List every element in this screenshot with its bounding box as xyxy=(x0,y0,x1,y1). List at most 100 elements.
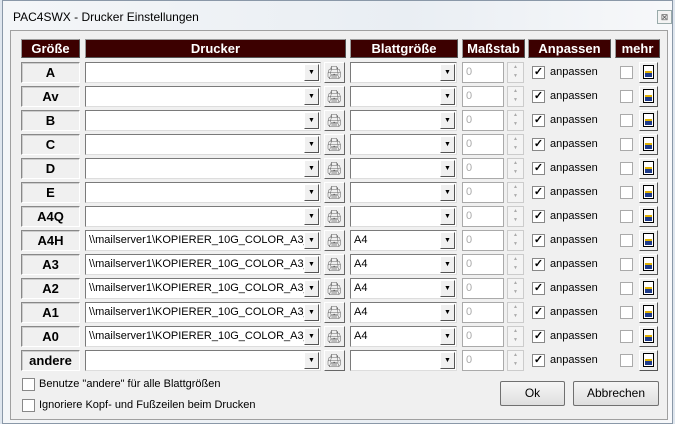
chevron-down-icon[interactable]: ▼ xyxy=(304,256,319,273)
chevron-down-icon[interactable]: ▼ xyxy=(304,64,319,81)
scale-spinner[interactable]: ▲ ▼ xyxy=(507,158,524,179)
more-settings-button[interactable] xyxy=(639,86,658,107)
fit-checkbox[interactable]: ✓ xyxy=(532,354,545,367)
chevron-down-icon[interactable]: ▼ xyxy=(440,304,455,321)
more-checkbox[interactable] xyxy=(620,114,633,127)
chevron-down-icon[interactable]: ▼ xyxy=(440,256,455,273)
scale-input[interactable]: 0 xyxy=(462,206,504,227)
chevron-down-icon[interactable]: ▼ xyxy=(440,232,455,249)
printer-settings-button[interactable]: 🖨 xyxy=(324,158,345,179)
more-settings-button[interactable] xyxy=(639,110,658,131)
printer-settings-button[interactable]: 🖨 xyxy=(324,278,345,299)
printer-settings-button[interactable]: 🖨 xyxy=(324,230,345,251)
paper-select[interactable]: A4 ▼ xyxy=(350,278,457,299)
scale-spinner[interactable]: ▲ ▼ xyxy=(507,86,524,107)
spin-down-icon[interactable]: ▼ xyxy=(508,72,523,81)
scale-input[interactable]: 0 xyxy=(462,230,504,251)
fit-checkbox[interactable]: ✓ xyxy=(532,306,545,319)
more-checkbox[interactable] xyxy=(620,66,633,79)
more-checkbox[interactable] xyxy=(620,282,633,295)
chevron-down-icon[interactable]: ▼ xyxy=(440,88,455,105)
spin-down-icon[interactable]: ▼ xyxy=(508,264,523,273)
printer-settings-button[interactable]: 🖨 xyxy=(324,206,345,227)
spin-up-icon[interactable]: ▲ xyxy=(508,255,523,264)
paper-select[interactable]: ▼ xyxy=(350,134,457,155)
paper-select[interactable]: ▼ xyxy=(350,86,457,107)
spin-up-icon[interactable]: ▲ xyxy=(508,279,523,288)
printer-select[interactable]: \\mailserver1\KOPIERER_10G_COLOR_A3_ ▼ xyxy=(85,326,321,347)
paper-select[interactable]: A4 ▼ xyxy=(350,230,457,251)
chevron-down-icon[interactable]: ▼ xyxy=(440,160,455,177)
scale-input[interactable]: 0 xyxy=(462,134,504,155)
more-checkbox[interactable] xyxy=(620,138,633,151)
chevron-down-icon[interactable]: ▼ xyxy=(304,88,319,105)
printer-select[interactable]: \\mailserver1\KOPIERER_10G_COLOR_A3_ ▼ xyxy=(85,230,321,251)
scale-input[interactable]: 0 xyxy=(462,182,504,203)
printer-settings-button[interactable]: 🖨 xyxy=(324,326,345,347)
more-checkbox[interactable] xyxy=(620,330,633,343)
fit-checkbox[interactable]: ✓ xyxy=(532,162,545,175)
more-settings-button[interactable] xyxy=(639,278,658,299)
spin-down-icon[interactable]: ▼ xyxy=(508,312,523,321)
scale-spinner[interactable]: ▲ ▼ xyxy=(507,230,524,251)
printer-select[interactable]: ▼ xyxy=(85,182,321,203)
chevron-down-icon[interactable]: ▼ xyxy=(304,232,319,249)
scale-spinner[interactable]: ▲ ▼ xyxy=(507,302,524,323)
scale-spinner[interactable]: ▲ ▼ xyxy=(507,206,524,227)
printer-select[interactable]: \\mailserver1\KOPIERER_10G_COLOR_A3_ ▼ xyxy=(85,302,321,323)
chevron-down-icon[interactable]: ▼ xyxy=(304,304,319,321)
spin-up-icon[interactable]: ▲ xyxy=(508,87,523,96)
printer-settings-button[interactable]: 🖨 xyxy=(324,254,345,275)
printer-select[interactable]: ▼ xyxy=(85,158,321,179)
paper-select[interactable]: A4 ▼ xyxy=(350,302,457,323)
spin-up-icon[interactable]: ▲ xyxy=(508,63,523,72)
printer-settings-button[interactable]: 🖨 xyxy=(324,302,345,323)
fit-checkbox[interactable]: ✓ xyxy=(532,66,545,79)
more-checkbox[interactable] xyxy=(620,90,633,103)
printer-select[interactable]: ▼ xyxy=(85,110,321,131)
spin-up-icon[interactable]: ▲ xyxy=(508,183,523,192)
scale-input[interactable]: 0 xyxy=(462,350,504,371)
scale-input[interactable]: 0 xyxy=(462,278,504,299)
printer-select[interactable]: ▼ xyxy=(85,86,321,107)
fit-checkbox[interactable]: ✓ xyxy=(532,234,545,247)
scale-spinner[interactable]: ▲ ▼ xyxy=(507,134,524,155)
scale-input[interactable]: 0 xyxy=(462,86,504,107)
fit-checkbox[interactable]: ✓ xyxy=(532,186,545,199)
paper-select[interactable]: ▼ xyxy=(350,206,457,227)
chevron-down-icon[interactable]: ▼ xyxy=(440,352,455,369)
chevron-down-icon[interactable]: ▼ xyxy=(304,280,319,297)
scale-spinner[interactable]: ▲ ▼ xyxy=(507,110,524,131)
more-settings-button[interactable] xyxy=(639,206,658,227)
printer-settings-button[interactable]: 🖨 xyxy=(324,134,345,155)
scale-input[interactable]: 0 xyxy=(462,110,504,131)
chevron-down-icon[interactable]: ▼ xyxy=(440,136,455,153)
scale-input[interactable]: 0 xyxy=(462,326,504,347)
chevron-down-icon[interactable]: ▼ xyxy=(304,328,319,345)
more-settings-button[interactable] xyxy=(639,158,658,179)
more-settings-button[interactable] xyxy=(639,350,658,371)
more-checkbox[interactable] xyxy=(620,354,633,367)
printer-select[interactable]: \\mailserver1\KOPIERER_10G_COLOR_A3_ ▼ xyxy=(85,278,321,299)
scale-spinner[interactable]: ▲ ▼ xyxy=(507,326,524,347)
spin-down-icon[interactable]: ▼ xyxy=(508,336,523,345)
scale-spinner[interactable]: ▲ ▼ xyxy=(507,254,524,275)
chevron-down-icon[interactable]: ▼ xyxy=(304,112,319,129)
fit-checkbox[interactable]: ✓ xyxy=(532,114,545,127)
spin-down-icon[interactable]: ▼ xyxy=(508,120,523,129)
chevron-down-icon[interactable]: ▼ xyxy=(304,136,319,153)
spin-down-icon[interactable]: ▼ xyxy=(508,360,523,369)
paper-select[interactable]: ▼ xyxy=(350,158,457,179)
spin-up-icon[interactable]: ▲ xyxy=(508,351,523,360)
fit-checkbox[interactable]: ✓ xyxy=(532,210,545,223)
scale-spinner[interactable]: ▲ ▼ xyxy=(507,182,524,203)
more-settings-button[interactable] xyxy=(639,182,658,203)
paper-select[interactable]: ▼ xyxy=(350,110,457,131)
fit-checkbox[interactable]: ✓ xyxy=(532,138,545,151)
printer-select[interactable]: ▼ xyxy=(85,134,321,155)
paper-select[interactable]: ▼ xyxy=(350,182,457,203)
scale-input[interactable]: 0 xyxy=(462,302,504,323)
more-checkbox[interactable] xyxy=(620,186,633,199)
paper-select[interactable]: A4 ▼ xyxy=(350,254,457,275)
more-checkbox[interactable] xyxy=(620,162,633,175)
